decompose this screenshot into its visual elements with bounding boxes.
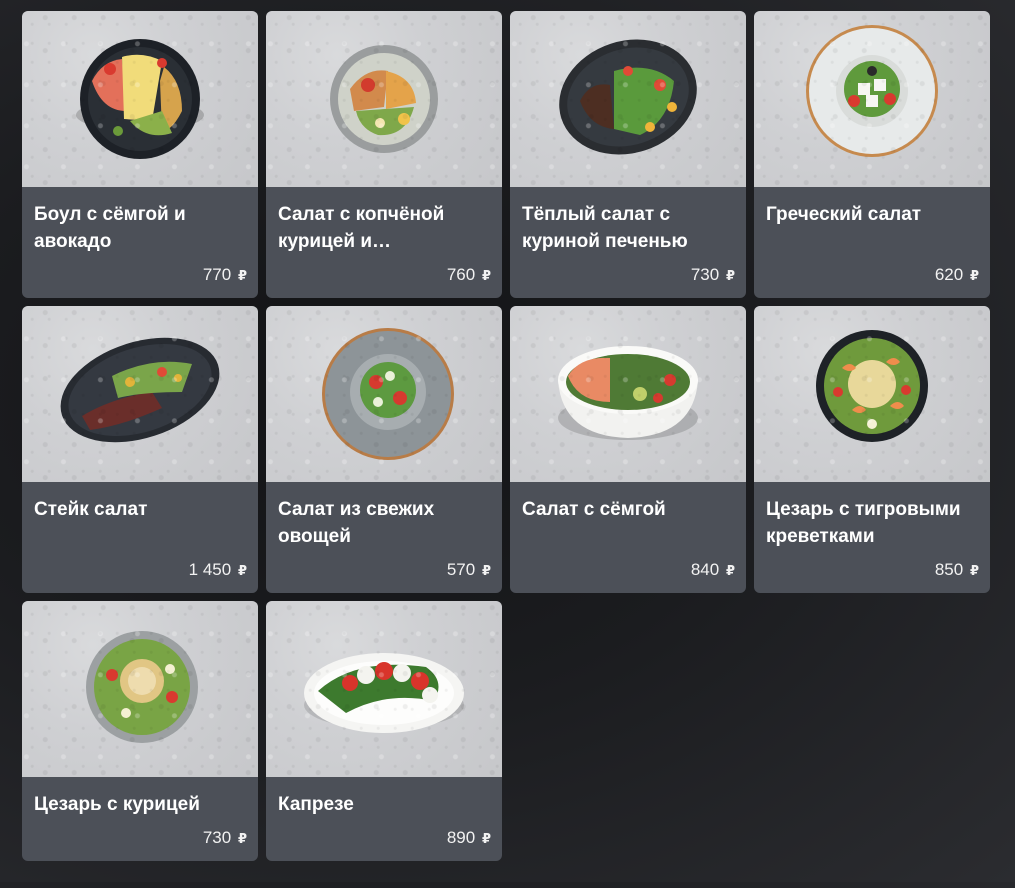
item-price: 570 ₽: [446, 560, 491, 579]
ruble-sign: ₽: [481, 268, 491, 283]
smoked-chicken-salad-image: [266, 11, 502, 187]
item-price: 770 ₽: [202, 265, 247, 284]
item-price: 850 ₽: [934, 560, 979, 579]
greek-salad-image: [754, 11, 990, 187]
card-info: Стейк салат 1 450 ₽: [22, 482, 258, 593]
ruble-sign: ₽: [481, 563, 491, 578]
item-price: 1 450 ₽: [188, 560, 247, 579]
item-price: 890 ₽: [446, 828, 491, 847]
item-name: Салат с сёмгой: [522, 499, 666, 520]
menu-card[interactable]: Капрезе 890 ₽: [266, 601, 502, 861]
item-name: Цезарь с курицей: [34, 794, 200, 815]
menu-card[interactable]: Тёплый салат с куриной печенью 730 ₽: [510, 11, 746, 298]
item-price: 840 ₽: [690, 560, 735, 579]
menu-card[interactable]: Цезарь с курицей 730 ₽: [22, 601, 258, 861]
card-info: Салат с копчёной курицей и… 760 ₽: [266, 187, 502, 298]
ruble-sign: ₽: [237, 563, 247, 578]
ruble-sign: ₽: [481, 831, 491, 846]
caesar-chicken-image: [22, 601, 258, 777]
item-name: Салат из свежих овощей: [278, 499, 435, 547]
salmon-salad-image: [510, 306, 746, 482]
card-info: Цезарь с курицей 730 ₽: [22, 777, 258, 861]
ruble-sign: ₽: [969, 268, 979, 283]
card-info: Салат с сёмгой 840 ₽: [510, 482, 746, 593]
item-price: 760 ₽: [446, 265, 491, 284]
card-info: Боул с сёмгой и авокадо 770 ₽: [22, 187, 258, 298]
menu-grid: Боул с сёмгой и авокадо 770 ₽ Салат с ко…: [22, 11, 990, 888]
ruble-sign: ₽: [725, 563, 735, 578]
item-name: Боул с сёмгой и авокадо: [34, 204, 186, 252]
menu-card[interactable]: Салат из свежих овощей 570 ₽: [266, 306, 502, 593]
item-price: 620 ₽: [934, 265, 979, 284]
item-name: Салат с копчёной курицей и…: [278, 204, 445, 252]
menu-card[interactable]: Боул с сёмгой и авокадо 770 ₽: [22, 11, 258, 298]
menu-card[interactable]: Салат с копчёной курицей и… 760 ₽: [266, 11, 502, 298]
item-name: Греческий салат: [766, 204, 922, 225]
menu-card[interactable]: Салат с сёмгой 840 ₽: [510, 306, 746, 593]
warm-chicken-liver-salad-image: [510, 11, 746, 187]
item-price: 730 ₽: [690, 265, 735, 284]
ruble-sign: ₽: [969, 563, 979, 578]
item-name: Стейк салат: [34, 499, 148, 520]
caprese-image: [266, 601, 502, 777]
steak-salad-image: [22, 306, 258, 482]
item-name: Цезарь с тигровыми креветками: [766, 499, 961, 547]
ruble-sign: ₽: [725, 268, 735, 283]
card-info: Тёплый салат с куриной печенью 730 ₽: [510, 187, 746, 298]
card-info: Цезарь с тигровыми креветками 850 ₽: [754, 482, 990, 593]
item-price: 730 ₽: [202, 828, 247, 847]
ruble-sign: ₽: [237, 268, 247, 283]
card-info: Капрезе 890 ₽: [266, 777, 502, 861]
caesar-tiger-prawns-image: [754, 306, 990, 482]
fresh-vegetable-salad-image: [266, 306, 502, 482]
menu-card[interactable]: Греческий салат 620 ₽: [754, 11, 990, 298]
menu-card[interactable]: Цезарь с тигровыми креветками 850 ₽: [754, 306, 990, 593]
item-name: Тёплый салат с куриной печенью: [522, 204, 688, 252]
card-info: Салат из свежих овощей 570 ₽: [266, 482, 502, 593]
salmon-avocado-bowl-image: [22, 11, 258, 187]
ruble-sign: ₽: [237, 831, 247, 846]
card-info: Греческий салат 620 ₽: [754, 187, 990, 298]
item-name: Капрезе: [278, 794, 354, 815]
menu-card[interactable]: Стейк салат 1 450 ₽: [22, 306, 258, 593]
